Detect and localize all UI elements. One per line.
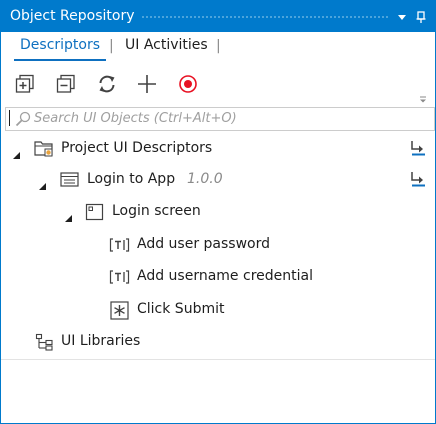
chevron-down-icon (398, 15, 406, 20)
expanded-arrow-icon[interactable] (12, 145, 21, 164)
tree-node-ui-element[interactable]: Add user password (1, 230, 435, 260)
tree-node-label: Add user password (137, 236, 271, 252)
tab-separator: | (109, 38, 114, 54)
record-button[interactable] (174, 70, 202, 98)
search-box[interactable] (5, 107, 435, 131)
text-field-icon (109, 236, 131, 258)
libraries-icon (35, 333, 55, 355)
expanded-arrow-icon[interactable] (64, 208, 73, 227)
collapse-all-button[interactable] (52, 70, 80, 98)
tree-node-login-screen[interactable]: Login screen (1, 197, 435, 227)
overflow-chevron-icon (420, 96, 426, 103)
record-icon (179, 75, 197, 93)
app-version: 1.0.0 (187, 171, 223, 187)
expand-all-button[interactable] (11, 70, 39, 98)
tree-node-ui-libraries[interactable]: UI Libraries (1, 327, 435, 357)
tree-node-label: UI Libraries (61, 333, 141, 349)
collapse-all-icon (56, 74, 75, 93)
active-tab-indicator (14, 59, 106, 61)
import-descriptors-button[interactable] (409, 139, 427, 161)
refresh-button[interactable] (93, 70, 121, 98)
window-options-dropdown[interactable] (395, 9, 409, 23)
expand-all-icon (15, 74, 34, 93)
object-repository-panel: Object Repository Descriptors | UI Activ… (0, 0, 436, 424)
project-descriptors-icon (34, 140, 54, 162)
refresh-icon (99, 75, 115, 93)
search-input[interactable] (34, 109, 424, 127)
toolbar-overflow-button[interactable] (418, 89, 428, 108)
screen-icon (85, 203, 105, 225)
add-button[interactable] (133, 70, 161, 98)
tree-node-login-to-app[interactable]: Login to App 1.0.0 (1, 165, 435, 195)
search-icon (15, 111, 31, 131)
toolbar (1, 67, 435, 103)
tree-node-label: Login to App (87, 171, 176, 187)
tab-ui-activities[interactable]: UI Activities (125, 37, 208, 53)
tab-separator: | (216, 38, 221, 54)
import-arrow-icon (411, 141, 425, 156)
tree-node-label: Click Submit (137, 301, 225, 317)
panel-title: Object Repository (10, 8, 135, 24)
pin-icon (416, 11, 426, 23)
drag-grip[interactable] (141, 15, 388, 20)
application-icon (60, 171, 80, 193)
tab-bar: Descriptors | UI Activities | (1, 34, 435, 62)
tree-node-project-ui-descriptors[interactable]: Project UI Descriptors (1, 134, 435, 164)
click-element-icon (110, 301, 130, 325)
expanded-arrow-icon[interactable] (38, 176, 47, 195)
tree-node-label: Login screen (112, 203, 201, 219)
tree-node-label: Project UI Descriptors (61, 140, 213, 156)
import-arrow-icon (411, 172, 425, 187)
pin-button[interactable] (414, 9, 428, 23)
tree-node-ui-element[interactable]: Click Submit (1, 295, 435, 325)
add-icon (138, 75, 156, 93)
section-divider (1, 359, 435, 360)
panel-title-bar[interactable]: Object Repository (1, 1, 435, 32)
text-field-icon (109, 268, 131, 290)
tree-node-label: Add username credential (137, 268, 313, 284)
tab-descriptors[interactable]: Descriptors (20, 37, 100, 53)
text-caret (9, 110, 10, 126)
import-app-button[interactable] (409, 170, 427, 192)
tree-node-ui-element[interactable]: Add username credential (1, 262, 435, 292)
